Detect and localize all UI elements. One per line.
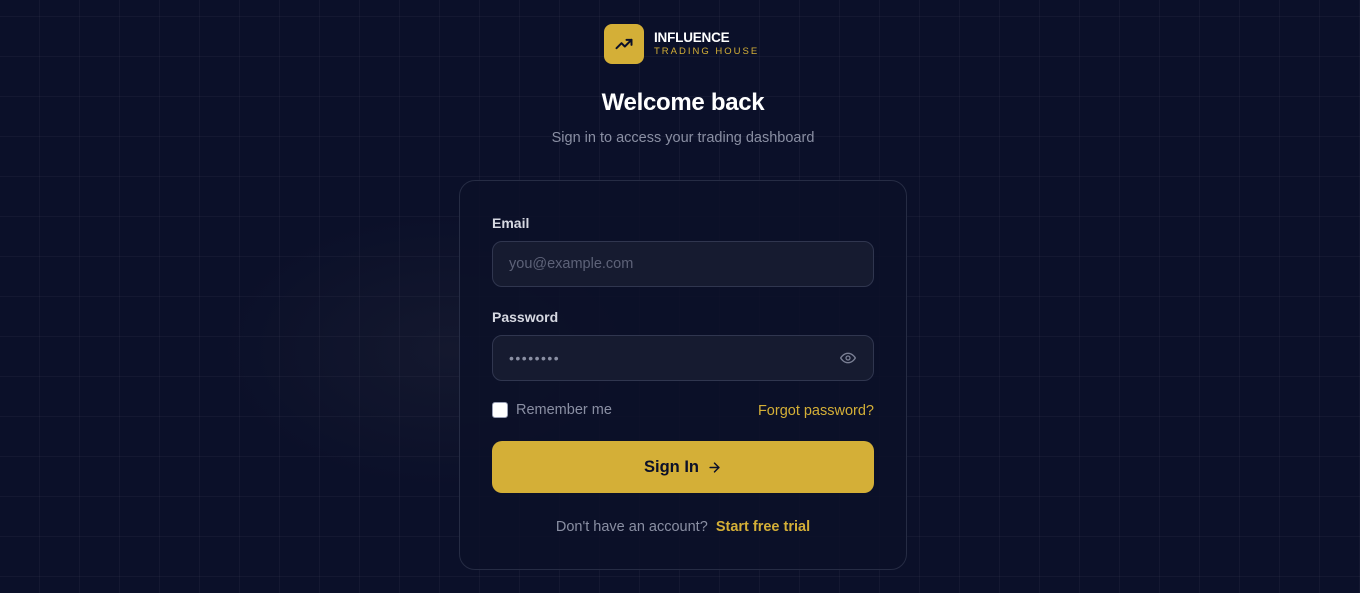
arrow-right-icon	[707, 460, 722, 475]
brand-logo: INFLUENCE TRADING HOUSE	[604, 24, 759, 64]
email-field-wrapper	[492, 241, 874, 287]
email-label: Email	[492, 215, 530, 231]
start-free-trial-link[interactable]: Start free trial	[716, 519, 810, 535]
email-input[interactable]	[509, 256, 857, 272]
brand-name: INFLUENCE	[654, 30, 730, 45]
remember-label: Remember me	[516, 402, 612, 418]
eye-icon[interactable]	[839, 349, 857, 367]
password-value: ••••••••	[509, 350, 561, 366]
login-card: Email Password •••••••• Remember me Forg…	[459, 180, 907, 570]
page-subtitle: Sign in to access your trading dashboard	[551, 130, 815, 146]
brand-tagline: TRADING HOUSE	[654, 46, 760, 57]
remember-checkbox[interactable]	[492, 402, 508, 418]
page-title: Welcome back	[601, 89, 765, 116]
signup-prompt: Don't have an account? Start free trial	[460, 519, 906, 535]
password-field[interactable]: ••••••••	[492, 335, 874, 381]
sign-in-button[interactable]: Sign In	[492, 441, 874, 493]
forgot-password-link[interactable]: Forgot password?	[758, 403, 874, 419]
signup-prompt-text: Don't have an account?	[555, 519, 708, 535]
sign-in-label: Sign In	[644, 457, 699, 476]
password-label: Password	[492, 309, 559, 325]
trending-up-icon	[604, 24, 644, 64]
remember-me[interactable]: Remember me	[492, 402, 612, 418]
